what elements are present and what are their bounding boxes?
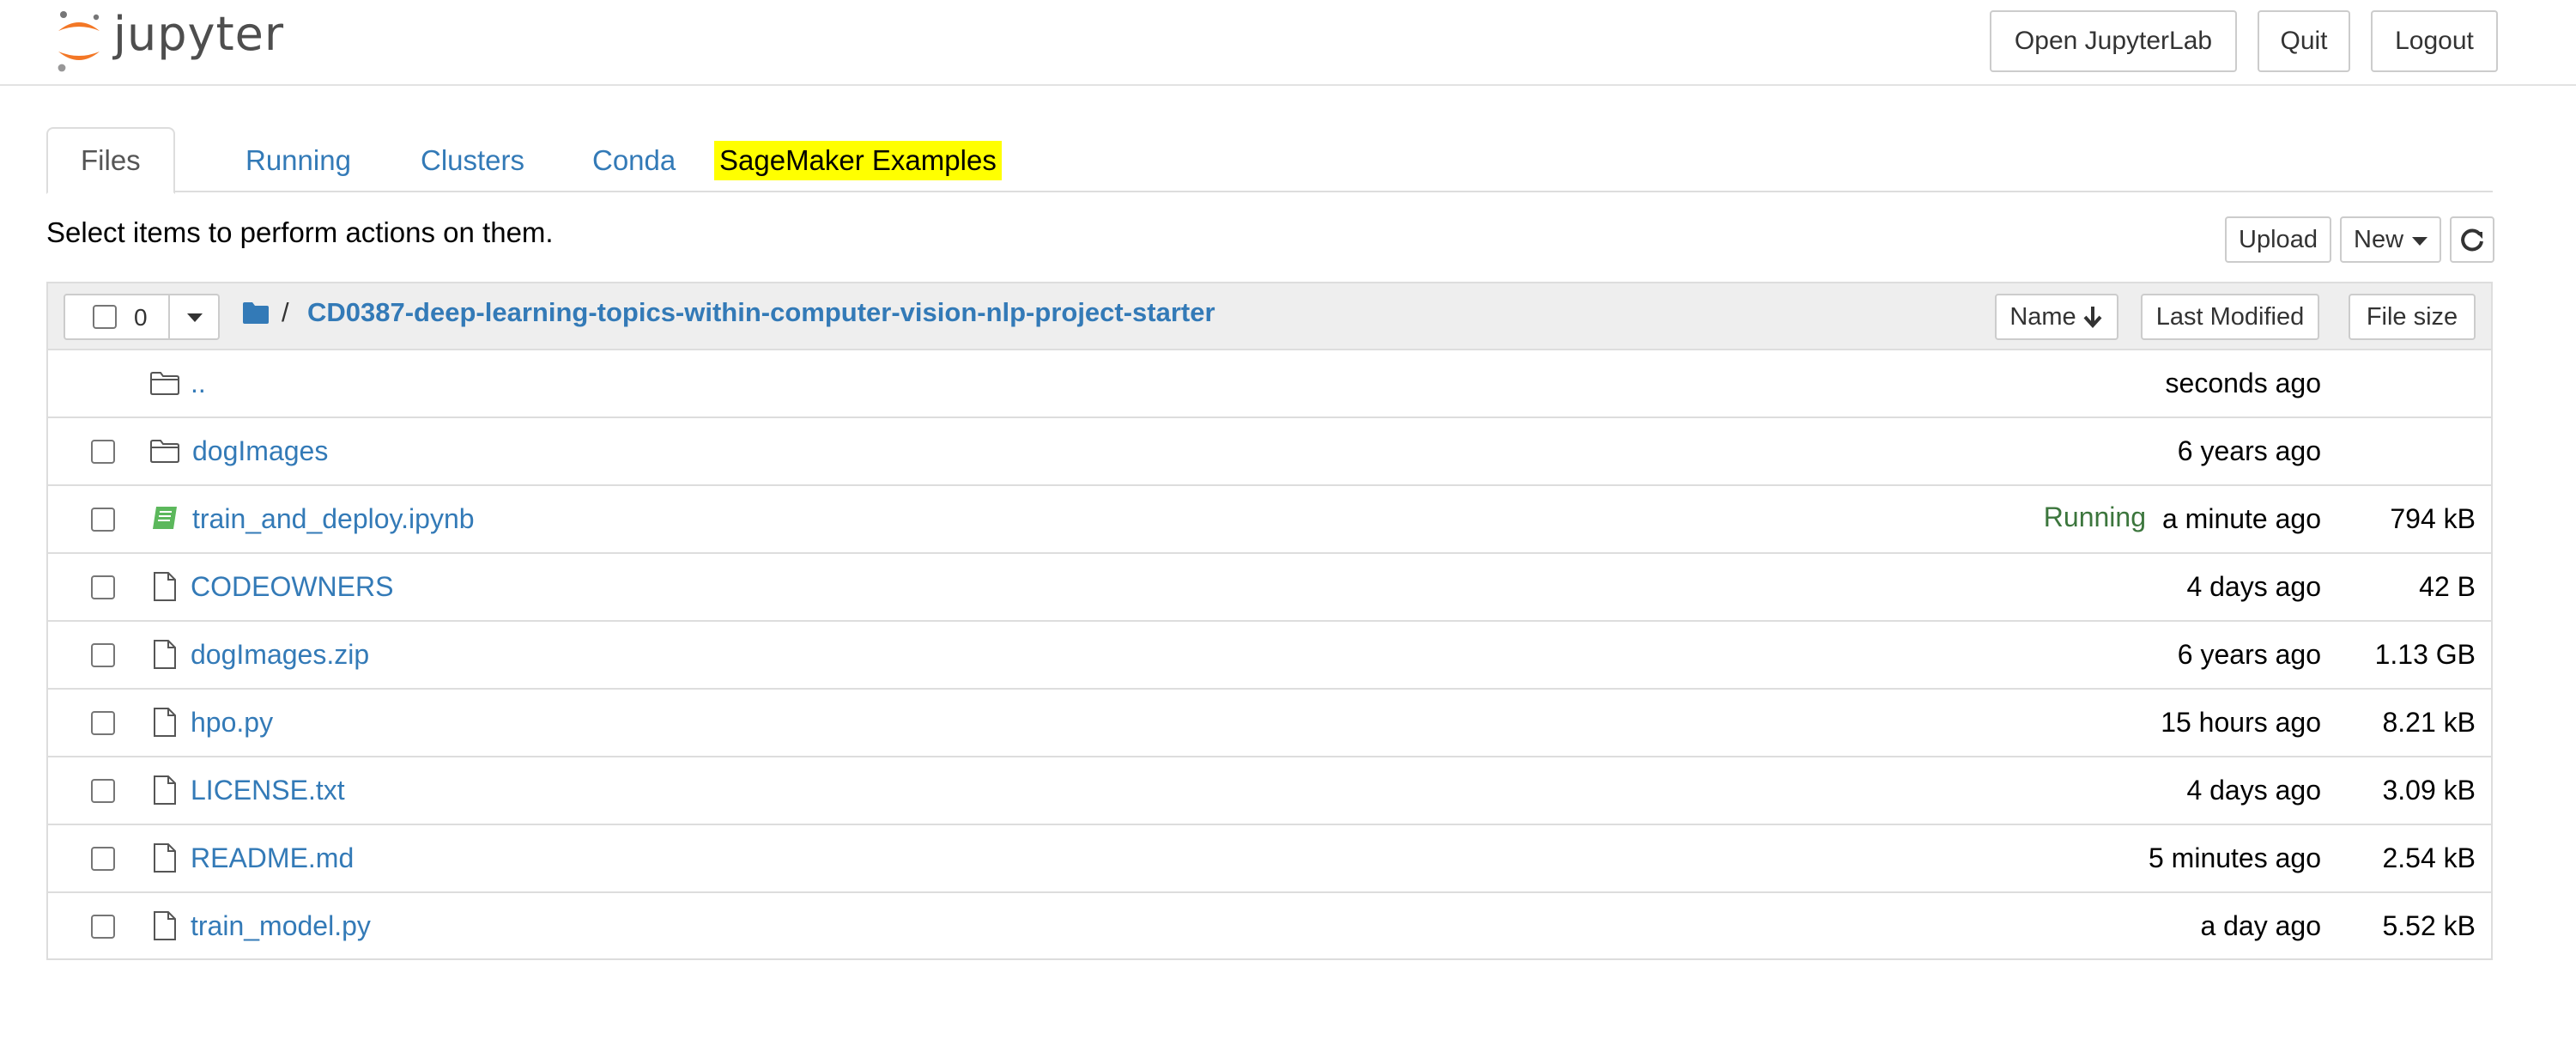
notebook-icon [153,507,177,529]
quit-button[interactable]: Quit [2258,10,2350,72]
tab-bar: Files Running Clusters Conda SageMaker E… [46,127,2493,194]
list-item[interactable]: CODEOWNERS 4 days ago 42 B [48,554,2491,622]
upload-button[interactable]: Upload [2225,216,2331,263]
jupyter-logo-icon [58,11,100,72]
selected-count: 0 [134,304,148,331]
header-bar: jupyter Open JupyterLab Quit Logout [0,0,2576,86]
selection-hint: Select items to perform actions on them. [46,216,554,248]
open-jupyterlab-button[interactable]: Open JupyterLab [1990,10,2237,72]
item-size: 5.52 kB [2382,910,2476,941]
tab-label: Running [245,144,351,176]
caret-down-icon [2412,237,2428,246]
list-item[interactable]: dogImages.zip 6 years ago 1.13 GB [48,622,2491,690]
tab-label: SageMaker Examples [714,141,1002,180]
list-item[interactable]: train_and_deploy.ipynb Running a minute … [48,486,2491,554]
row-checkbox[interactable] [91,575,115,599]
item-name[interactable]: README.md [191,842,354,874]
file-list-header: 0 / CD0387-deep-learning-topics-within-c… [48,283,2491,350]
item-name[interactable]: CODEOWNERS [191,571,393,603]
item-name[interactable]: .. [191,368,206,399]
sort-by-last-modified-button[interactable]: Last Modified [2141,294,2319,340]
file-icon [154,911,176,940]
folder-icon[interactable] [242,301,270,325]
tab-clusters[interactable]: Clusters [388,127,557,194]
row-checkbox[interactable] [91,440,115,464]
list-item[interactable]: README.md 5 minutes ago 2.54 kB [48,825,2491,893]
item-modified: seconds ago [2165,368,2321,398]
tab-running[interactable]: Running [213,127,384,194]
item-size: 794 kB [2390,503,2476,534]
row-checkbox[interactable] [91,915,115,939]
tab-label: Clusters [421,144,525,176]
refresh-button[interactable] [2450,216,2494,263]
tab-sagemaker-examples[interactable]: SageMaker Examples [682,127,1034,194]
item-name[interactable]: dogImages [192,435,328,467]
list-item[interactable]: LICENSE.txt 4 days ago 3.09 kB [48,757,2491,825]
item-size: 2.54 kB [2382,842,2476,873]
file-icon [154,640,176,669]
item-size: 42 B [2419,571,2476,602]
logout-button[interactable]: Logout [2371,10,2498,72]
file-icon [154,572,176,601]
list-item[interactable]: .. seconds ago [48,350,2491,418]
item-modified: 4 days ago [2186,571,2321,602]
item-modified: 4 days ago [2186,775,2321,806]
tab-label: Files [81,144,141,176]
item-size: 8.21 kB [2382,707,2476,738]
file-list: 0 / CD0387-deep-learning-topics-within-c… [46,282,2493,960]
list-item[interactable]: dogImages 6 years ago [48,418,2491,486]
row-checkbox[interactable] [91,779,115,803]
list-item[interactable]: train_model.py a day ago 5.52 kB [48,893,2491,961]
item-modified: 5 minutes ago [2148,842,2321,873]
select-all-group[interactable]: 0 [64,294,220,340]
item-name[interactable]: hpo.py [191,707,273,739]
folder-icon [150,372,179,395]
row-checkbox[interactable] [91,643,115,667]
file-icon [154,775,176,805]
refresh-icon [2461,228,2483,252]
breadcrumb-separator: / [282,297,289,327]
row-checkbox[interactable] [91,847,115,871]
select-all-checkbox[interactable] [93,305,117,329]
breadcrumb-current-folder[interactable]: CD0387-deep-learning-topics-within-compu… [307,297,1215,328]
item-name[interactable]: train_model.py [191,910,371,942]
item-name[interactable]: dogImages.zip [191,639,369,671]
item-modified: 6 years ago [2177,435,2321,466]
item-size: 3.09 kB [2382,775,2476,806]
item-modified: a minute ago [2161,503,2321,534]
row-checkbox[interactable] [91,711,115,735]
new-dropdown-button[interactable]: New [2340,216,2441,263]
divider [168,295,170,338]
file-icon [154,843,176,873]
tab-files[interactable]: Files [46,127,175,194]
item-name[interactable]: train_and_deploy.ipynb [192,503,475,535]
tab-label: Conda [592,144,676,176]
arrow-down-icon [2083,307,2102,328]
item-modified: a day ago [2200,910,2321,941]
sort-by-file-size-button[interactable]: File size [2349,294,2476,340]
item-size: 1.13 GB [2374,639,2476,670]
item-modified: 15 hours ago [2161,707,2321,738]
file-icon [154,708,176,737]
list-item[interactable]: hpo.py 15 hours ago 8.21 kB [48,690,2491,757]
caret-down-icon[interactable] [187,313,203,322]
item-modified: 6 years ago [2177,639,2321,670]
running-status: Running [2043,502,2146,532]
item-name[interactable]: LICENSE.txt [191,775,345,806]
jupyter-logo[interactable]: jupyter [53,6,285,74]
sort-by-name-button[interactable]: Name [1995,294,2118,340]
new-button-label: New [2354,225,2404,253]
sort-name-label: Name [2009,302,2076,331]
logo-text: jupyter [113,6,285,61]
row-checkbox[interactable] [91,508,115,532]
folder-icon [150,440,179,463]
